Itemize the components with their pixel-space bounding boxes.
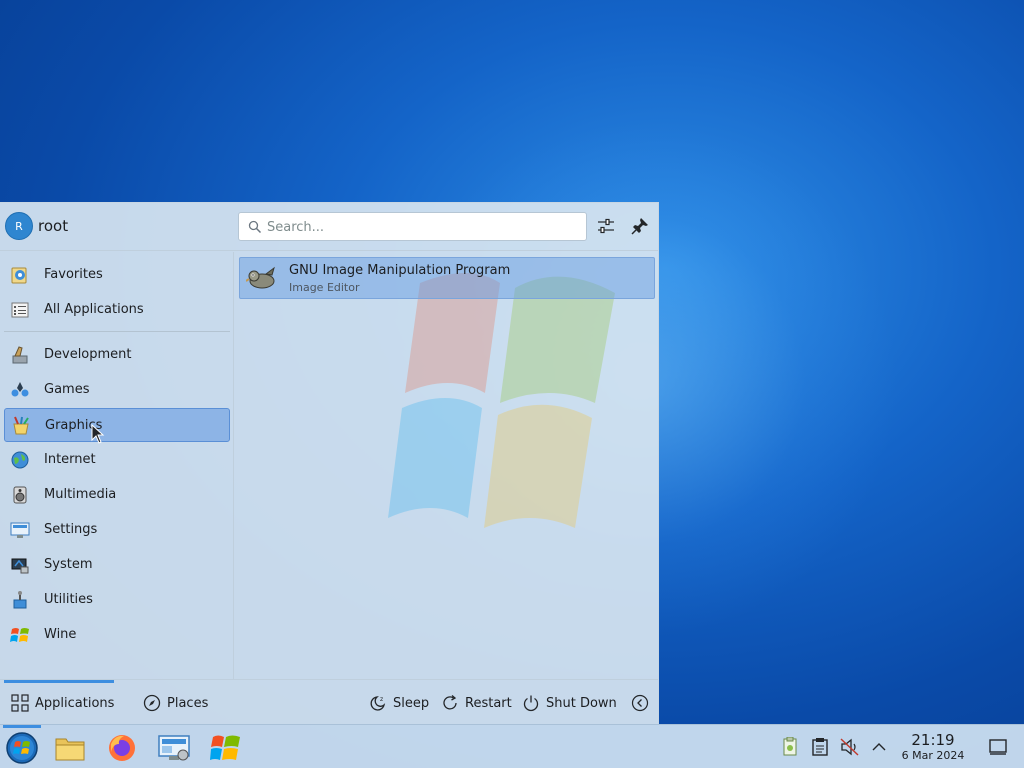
category-settings[interactable]: Settings <box>4 513 230 547</box>
chevron-up-icon <box>872 743 886 751</box>
mouse-cursor-icon <box>91 424 105 444</box>
active-task-indicator <box>3 725 41 728</box>
file-manager-button[interactable] <box>48 729 92 767</box>
svg-text:z: z <box>380 696 383 703</box>
category-label: Settings <box>44 522 98 537</box>
category-label: Utilities <box>44 592 93 607</box>
search-input[interactable] <box>267 217 577 237</box>
category-label: Multimedia <box>44 487 117 502</box>
show-desktop-button[interactable] <box>988 737 1008 757</box>
show-desktop-icon <box>989 739 1007 755</box>
app-item-gimp[interactable]: GNU Image Manipulation Program Image Edi… <box>239 257 655 299</box>
restart-button[interactable]: Restart <box>441 693 512 713</box>
category-development[interactable]: Development <box>4 338 230 372</box>
category-label: Favorites <box>44 267 103 282</box>
configure-icon <box>598 218 614 234</box>
tab-label: Places <box>167 695 209 711</box>
favorites-icon <box>11 267 27 284</box>
clipboard-cert-icon <box>783 737 797 756</box>
category-label: Internet <box>44 452 96 467</box>
shutdown-label: Shut Down <box>546 695 617 711</box>
power-icon <box>523 695 539 712</box>
sleep-label: Sleep <box>393 695 430 711</box>
firefox-icon <box>109 735 135 761</box>
sidebar-divider <box>4 331 230 332</box>
user-avatar[interactable]: R <box>5 212 33 240</box>
category-utilities[interactable]: Utilities <box>4 583 230 617</box>
category-label: Games <box>44 382 90 397</box>
category-sidebar: Favorites All Applications Development G… <box>0 252 234 679</box>
launcher-header: R root <box>0 203 658 251</box>
category-wine[interactable]: Wine <box>4 618 230 652</box>
category-multimedia[interactable]: Multimedia <box>4 478 230 512</box>
windows-logo-icon <box>210 735 240 760</box>
start-menu-button[interactable] <box>0 729 44 767</box>
all-applications-icon <box>11 302 29 318</box>
sleep-button[interactable]: z Sleep <box>369 693 429 713</box>
category-all-applications[interactable]: All Applications <box>4 293 230 327</box>
internet-icon <box>11 451 29 469</box>
pin-button[interactable] <box>629 215 651 237</box>
restart-icon <box>443 695 457 710</box>
system-icon <box>11 558 29 574</box>
games-icon <box>11 382 29 397</box>
tab-label: Applications <box>35 695 115 711</box>
tab-places[interactable]: Places <box>143 693 208 713</box>
wine-icon <box>10 628 29 642</box>
system-settings-icon <box>158 735 190 761</box>
user-name: root <box>38 217 69 235</box>
category-favorites[interactable]: Favorites <box>4 258 230 292</box>
start-menu-icon <box>6 732 38 764</box>
app-name: GNU Image Manipulation Program <box>289 263 511 278</box>
configure-button[interactable] <box>595 215 617 237</box>
category-games[interactable]: Games <box>4 373 230 407</box>
category-system[interactable]: System <box>4 548 230 582</box>
category-graphics[interactable]: Graphics <box>4 408 230 442</box>
firefox-button[interactable] <box>100 729 144 767</box>
compass-icon <box>143 694 161 712</box>
windows-logo-button[interactable] <box>204 729 248 767</box>
file-manager-icon <box>55 738 85 761</box>
category-internet[interactable]: Internet <box>4 443 230 477</box>
more-power-options-button[interactable] <box>631 693 655 713</box>
shutdown-button[interactable]: Shut Down <box>522 693 617 713</box>
grid-icon <box>11 694 29 712</box>
volume-muted-icon <box>840 738 859 756</box>
tray-expand-button[interactable] <box>869 737 889 757</box>
development-icon <box>12 346 28 364</box>
category-label: Wine <box>44 627 77 642</box>
chevron-left-icon <box>631 694 649 712</box>
taskbar: 21:19 6 Mar 2024 <box>0 724 1024 768</box>
application-launcher: R root Search... Favorites All Applicati… <box>0 202 659 724</box>
restart-label: Restart <box>465 695 512 711</box>
sleep-icon: z <box>370 696 386 711</box>
clock-date: 6 Mar 2024 <box>901 749 965 762</box>
system-settings-button[interactable] <box>152 729 196 767</box>
launcher-footer: Applications Places z Sleep Restart Shut… <box>0 679 658 724</box>
clock-time: 21:19 <box>911 731 955 749</box>
search-icon <box>248 220 262 234</box>
settings-icon <box>10 522 30 538</box>
active-tab-indicator <box>4 680 114 683</box>
pin-icon <box>631 218 648 235</box>
multimedia-icon <box>13 486 27 504</box>
category-label: System <box>44 557 93 572</box>
utilities-icon <box>13 591 27 609</box>
category-label: Development <box>44 347 132 362</box>
category-label: All Applications <box>44 302 144 317</box>
digital-clock[interactable]: 21:19 6 Mar 2024 <box>894 731 972 763</box>
tray-notes[interactable] <box>810 737 830 757</box>
notes-icon <box>812 738 828 756</box>
tray-volume[interactable] <box>840 737 860 757</box>
graphics-icon <box>13 416 29 435</box>
tray-clipboard-cert[interactable] <box>780 737 800 757</box>
search-field[interactable] <box>238 212 587 241</box>
gimp-icon <box>246 266 275 289</box>
app-description: Image Editor <box>289 281 360 294</box>
tab-applications[interactable]: Applications <box>11 693 114 713</box>
